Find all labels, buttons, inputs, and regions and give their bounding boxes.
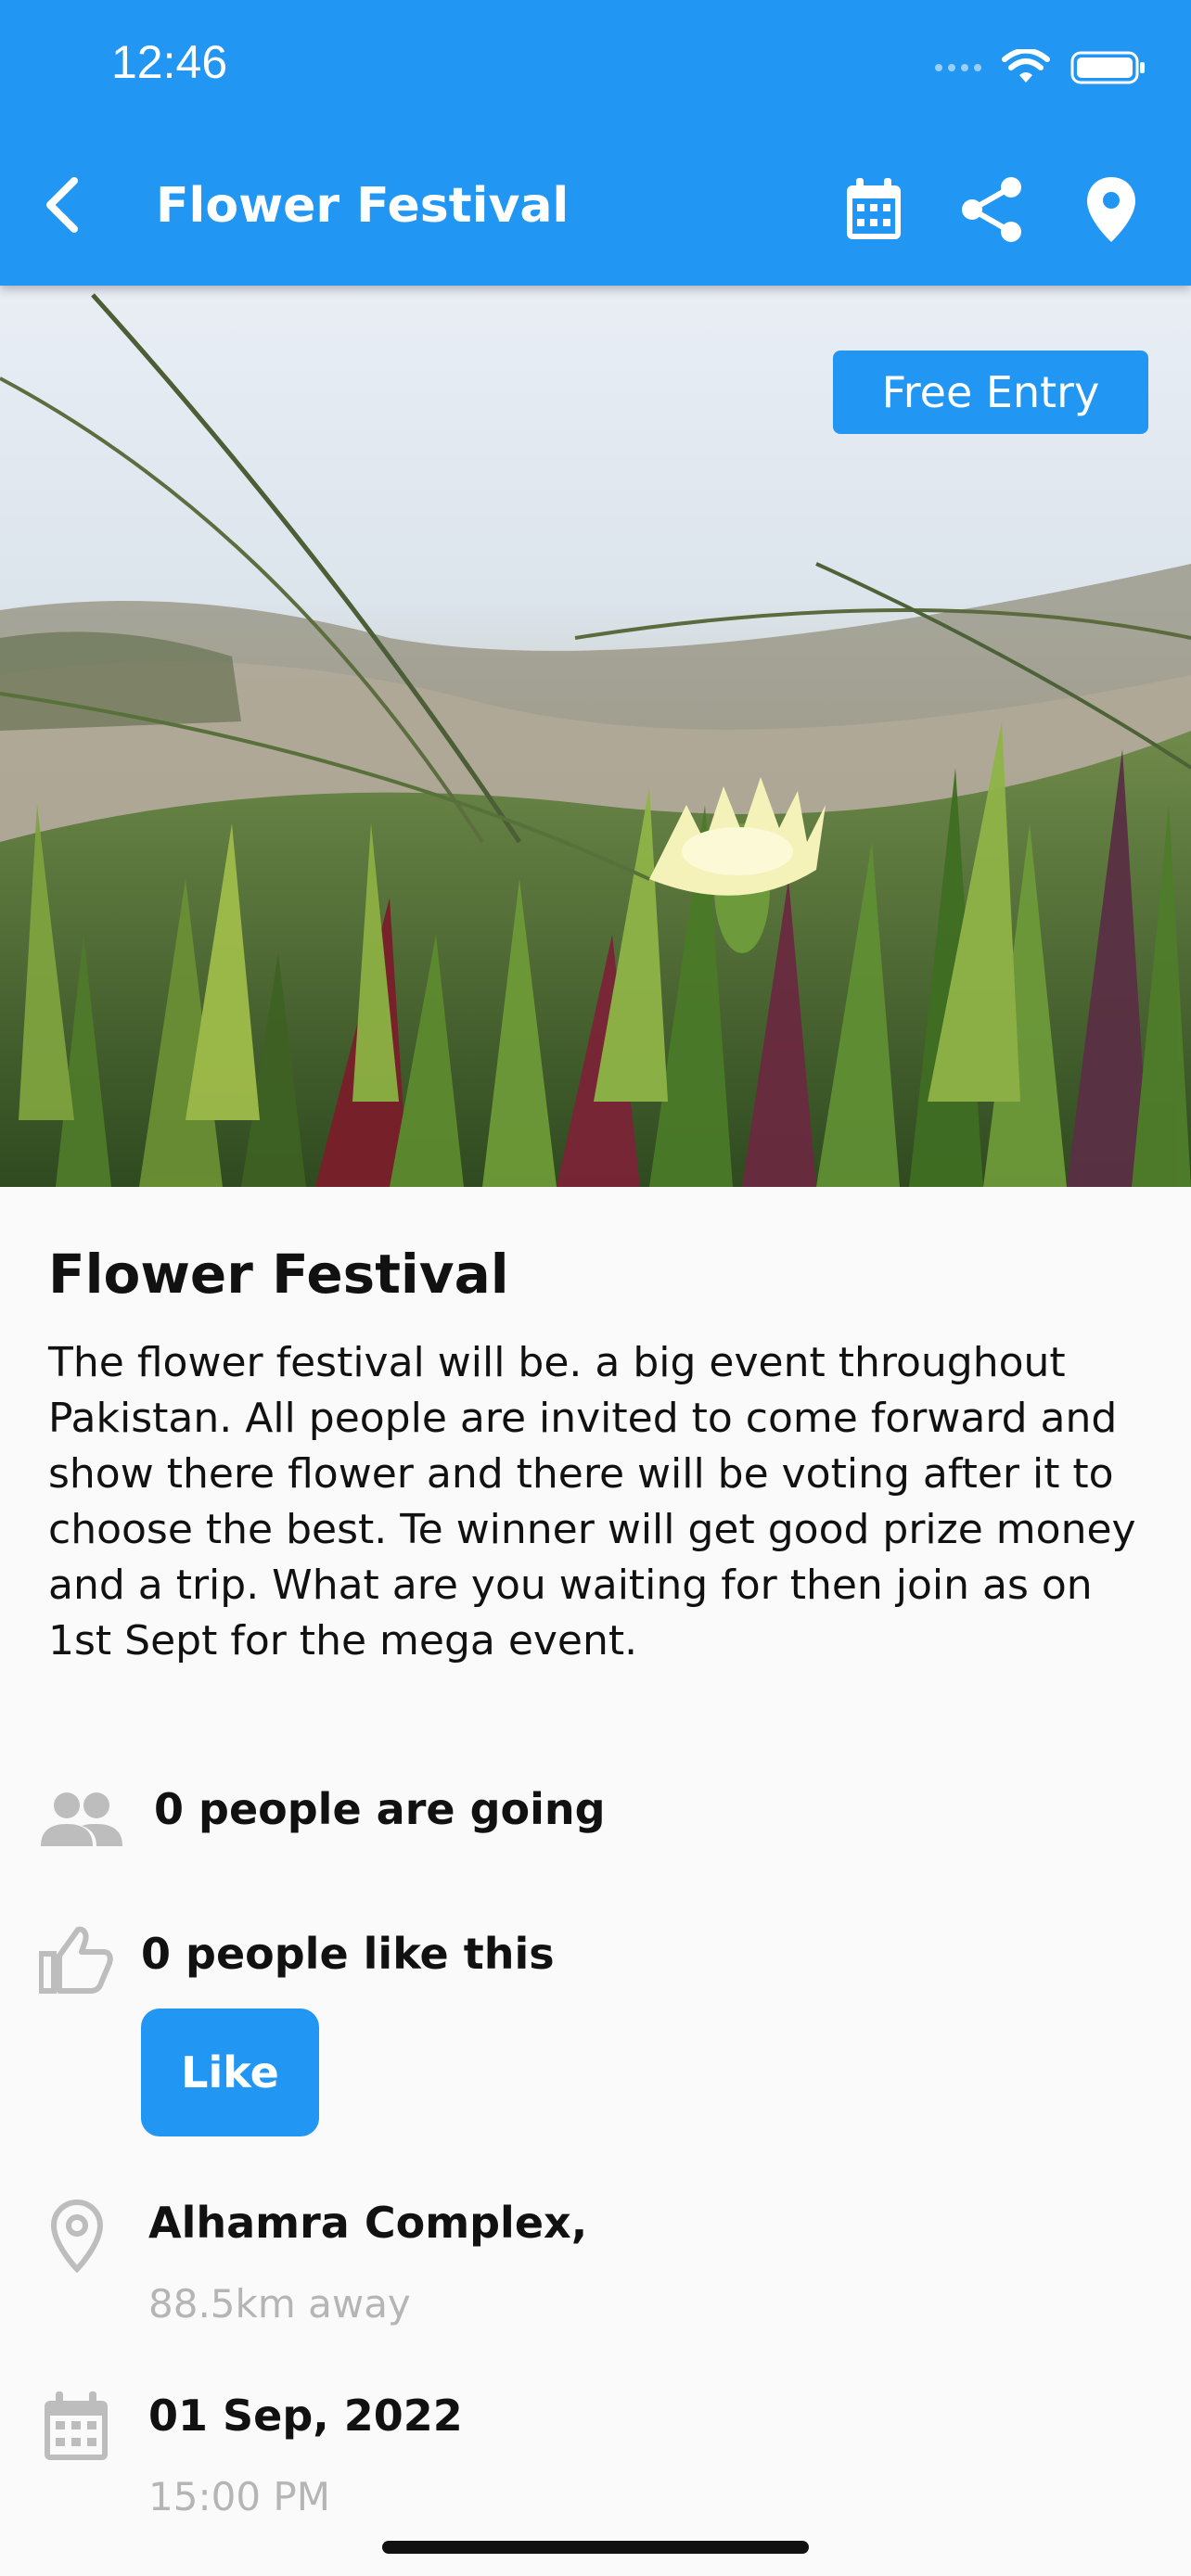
location-button[interactable] — [1074, 172, 1148, 247]
status-time: 12:46 — [111, 36, 228, 88]
add-to-calendar-button[interactable] — [837, 172, 911, 247]
event-date: 01 Sep, 2022 — [148, 2391, 463, 2441]
event-title: Flower Festival — [48, 1243, 509, 1306]
app-bar: 12:46 Flower Festival — [0, 0, 1191, 286]
cellular-signal-icon — [935, 64, 981, 71]
thumbs-up-icon — [37, 1923, 115, 1996]
people-going-text: 0 people are going — [154, 1784, 606, 1834]
distance-text: 88.5km away — [148, 2281, 411, 2327]
location-name[interactable]: Alhamra Complex, — [148, 2198, 587, 2248]
calendar-outline-icon — [37, 2387, 115, 2467]
status-icons — [935, 45, 1146, 91]
free-entry-badge: Free Entry — [833, 351, 1148, 434]
battery-icon — [1070, 51, 1145, 84]
share-icon — [962, 177, 1021, 242]
location-pin-icon — [1087, 177, 1135, 242]
chevron-left-icon — [46, 177, 78, 233]
back-button[interactable] — [33, 172, 89, 237]
share-button[interactable] — [955, 172, 1030, 247]
location-outline-icon — [45, 2196, 109, 2276]
like-button[interactable]: Like — [141, 2009, 319, 2136]
event-description: The flower festival will be. a big event… — [48, 1339, 1136, 1664]
home-indicator — [382, 2541, 809, 2554]
wifi-icon — [1002, 49, 1050, 83]
likes-count-text: 0 people like this — [141, 1929, 555, 1979]
event-time: 15:00 PM — [148, 2474, 330, 2519]
page-title: Flower Festival — [156, 178, 570, 234]
calendar-icon — [847, 178, 901, 239]
people-icon — [37, 1786, 126, 1853]
